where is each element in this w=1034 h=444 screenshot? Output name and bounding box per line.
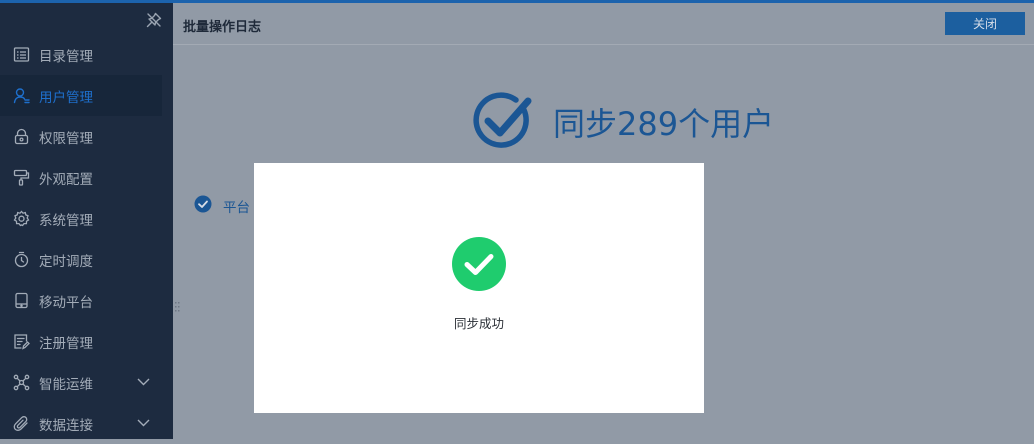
top-accent-line: [0, 0, 1034, 3]
sidebar-nav: 目录管理 用户管理 权限管理 外观配置 系统管理 定时调度 移动平台 注册管理 …: [0, 34, 173, 444]
platform-label: 平台: [223, 200, 250, 216]
chevron-down-icon: [137, 419, 150, 427]
close-button[interactable]: 关闭: [945, 12, 1025, 35]
gear-icon: [13, 210, 30, 227]
sidebar-item-label: 数据连接: [39, 417, 93, 434]
sidebar-item-label: 目录管理: [39, 48, 93, 65]
sidebar-item-label: 权限管理: [39, 130, 93, 147]
sidebar-item-label: 系统管理: [39, 212, 93, 229]
sidebar-item-label: 用户管理: [39, 89, 93, 106]
success-check-icon: [452, 237, 506, 291]
paint-roller-icon: [13, 169, 30, 186]
user-icon: [13, 88, 30, 104]
timer-icon: [14, 251, 29, 268]
sidebar-item-appearance[interactable]: 外观配置: [0, 157, 173, 198]
sidebar-item-users[interactable]: 用户管理: [0, 75, 162, 116]
resize-handle-icon[interactable]: [175, 301, 180, 315]
sidebar-item-label: 智能运维: [39, 376, 93, 393]
sidebar-item-label: 定时调度: [39, 253, 93, 270]
sidebar-item-permissions[interactable]: 权限管理: [0, 116, 173, 157]
edit-document-icon: [14, 334, 30, 350]
sidebar-item-label: 移动平台: [39, 294, 93, 311]
sidebar-item-label: 外观配置: [39, 171, 93, 188]
sidebar-item-data-connection[interactable]: 数据连接: [0, 403, 173, 444]
check-circle-icon: [194, 195, 212, 213]
panel-header: 批量操作日志 关闭: [173, 3, 1034, 45]
tablet-icon: [15, 292, 28, 309]
sidebar: 目录管理 用户管理 权限管理 外观配置 系统管理 定时调度 移动平台 注册管理 …: [0, 0, 173, 439]
list-icon: [13, 47, 30, 62]
sidebar-item-mobile[interactable]: 移动平台: [0, 280, 173, 321]
sidebar-item-registration[interactable]: 注册管理: [0, 321, 173, 362]
sidebar-item-catalog[interactable]: 目录管理: [0, 34, 173, 75]
paperclip-icon: [13, 416, 28, 431]
network-icon: [13, 374, 30, 391]
sync-result-headline: 同步289个用户: [553, 105, 775, 143]
sidebar-item-ops[interactable]: 智能运维: [0, 362, 173, 403]
sidebar-item-system[interactable]: 系统管理: [0, 198, 173, 239]
big-success-check-icon: [473, 92, 532, 148]
sidebar-item-label: 注册管理: [39, 335, 93, 352]
pin-icon[interactable]: [145, 11, 163, 29]
chevron-down-icon: [137, 378, 150, 386]
success-message: 同步成功: [453, 316, 504, 331]
success-dialog: 同步成功: [254, 163, 704, 413]
lock-icon: [14, 128, 29, 145]
page-title: 批量操作日志: [183, 20, 262, 35]
sidebar-item-scheduler[interactable]: 定时调度: [0, 239, 173, 280]
